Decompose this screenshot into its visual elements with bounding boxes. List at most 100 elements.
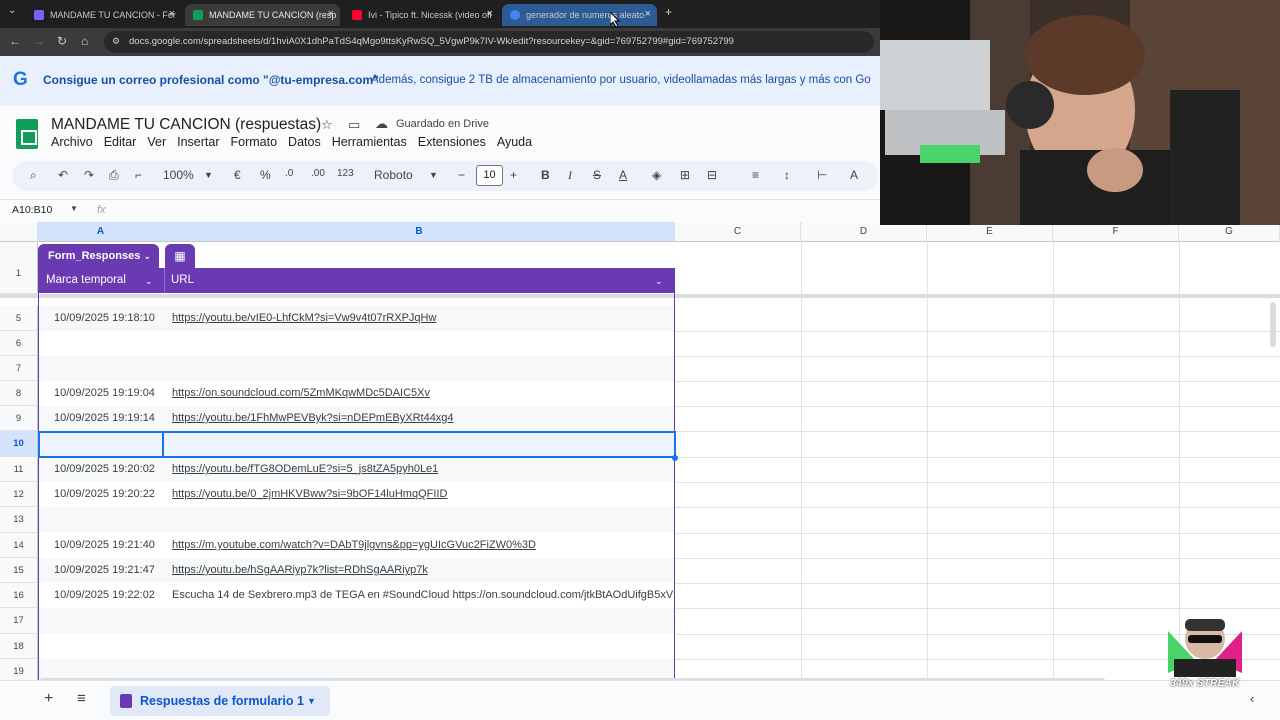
cell-timestamp[interactable]: 10/09/2025 19:20:02	[54, 463, 155, 475]
header-marca-temporal[interactable]: Marca temporal	[46, 274, 126, 286]
all-sheets-icon[interactable]: ≡	[77, 690, 86, 707]
browser-tab-1[interactable]: MANDAME TU CANCION - For ×	[26, 4, 181, 26]
text-rotation-icon[interactable]: A	[850, 168, 858, 182]
chevron-down-icon[interactable]: ▼	[70, 204, 78, 213]
cell-url-link[interactable]: https://youtu.be/1FhMwPEVByk?si=nDEPmEBy…	[172, 412, 454, 424]
table-row[interactable]	[39, 634, 674, 659]
merge-cells-icon[interactable]: ⊟	[707, 168, 717, 182]
home-icon[interactable]: ⌂	[81, 34, 88, 48]
print-icon[interactable]: ⎙	[109, 168, 119, 183]
menu-archivo[interactable]: Archivo	[51, 135, 93, 149]
cell-timestamp[interactable]: 10/09/2025 19:22:02	[54, 589, 155, 601]
table-row[interactable]: 10/09/2025 19:21:47 https://youtu.be/hSg…	[39, 558, 674, 583]
redo-icon[interactable]: ↷	[84, 168, 94, 182]
menu-extensiones[interactable]: Extensiones	[418, 135, 486, 149]
table-row[interactable]	[39, 331, 674, 356]
row-header-17[interactable]: 17	[0, 608, 38, 634]
currency-format-button[interactable]: €	[234, 168, 241, 182]
banner-headline[interactable]: Consigue un correo profesional como "@tu…	[43, 73, 379, 87]
menu-herramientas[interactable]: Herramientas	[332, 135, 407, 149]
collapse-sidebar-icon[interactable]: ‹	[1250, 691, 1254, 706]
search-icon[interactable]: ⌕	[30, 168, 37, 183]
menu-datos[interactable]: Datos	[288, 135, 321, 149]
zoom-select[interactable]: 100%	[163, 168, 194, 182]
row-header-19[interactable]: 19	[0, 659, 38, 680]
sheet-tab-respuestas[interactable]: Respuestas de formulario 1 ▼	[110, 686, 330, 716]
undo-icon[interactable]: ↶	[58, 168, 68, 182]
document-title[interactable]: MANDAME TU CANCION (respuestas)	[51, 116, 321, 134]
row-header-14[interactable]: 14	[0, 533, 38, 558]
menu-editar[interactable]: Editar	[104, 135, 137, 149]
decrease-decimals-button[interactable]: .0	[285, 168, 293, 179]
cell-url-link[interactable]: https://youtu.be/0_2jmHKVBww?si=9bOF14lu…	[172, 488, 447, 500]
close-icon[interactable]: ×	[328, 8, 334, 20]
table-row[interactable]: 10/09/2025 19:20:22 https://youtu.be/0_2…	[39, 482, 674, 507]
paint-format-icon[interactable]: ⌐	[135, 168, 142, 182]
row-header-12[interactable]: 12	[0, 482, 38, 507]
row-header-6[interactable]: 6	[0, 331, 38, 356]
menu-insertar[interactable]: Insertar	[177, 135, 219, 149]
row-header-18[interactable]: 18	[0, 634, 38, 659]
row-header-8[interactable]: 8	[0, 381, 38, 406]
row-header-9[interactable]: 9	[0, 406, 38, 431]
browser-tab-4[interactable]: generador de numeros aleato ×	[502, 4, 657, 26]
fill-handle[interactable]	[672, 455, 678, 461]
cell-timestamp[interactable]: 10/09/2025 19:20:22	[54, 488, 155, 500]
cell-timestamp[interactable]: 10/09/2025 19:21:40	[54, 539, 155, 551]
forward-icon[interactable]: →	[33, 34, 45, 48]
table-row[interactable]	[39, 507, 674, 532]
strikethrough-button[interactable]: S	[593, 168, 601, 182]
row-header-15[interactable]: 15	[0, 558, 38, 583]
fill-color-icon[interactable]: ◈	[652, 168, 661, 182]
table-view-icon[interactable]: ▦	[165, 244, 195, 268]
tab-search-icon[interactable]: ⌄	[8, 5, 16, 16]
table-row[interactable]: 10/09/2025 19:21:40 https://m.youtube.co…	[39, 533, 674, 558]
chevron-down-icon[interactable]: ⌄	[145, 276, 153, 287]
number-format-button[interactable]: 123	[337, 168, 354, 179]
vertical-scrollbar[interactable]	[1270, 302, 1276, 347]
chevron-down-icon[interactable]: ⌄	[655, 276, 663, 287]
row-header-11[interactable]: 11	[0, 457, 38, 482]
chevron-down-icon[interactable]: ▼	[429, 170, 438, 180]
table-row[interactable]	[39, 356, 674, 381]
cell-url-link[interactable]: https://youtu.be/fTG8ODemLuE?si=5_js8tZA…	[172, 463, 438, 475]
cell-text[interactable]: Escucha 14 de Sexbrero.mp3 de TEGA en #S…	[172, 589, 673, 601]
sheets-logo-icon[interactable]	[16, 119, 38, 149]
vertical-align-icon[interactable]: ↕	[784, 168, 790, 182]
row-header-13[interactable]: 13	[0, 507, 38, 533]
close-icon[interactable]: ×	[169, 8, 175, 20]
table-row[interactable]: 10/09/2025 19:20:02 https://youtu.be/fTG…	[39, 457, 674, 482]
table-row[interactable]: 10/09/2025 19:18:10 https://youtu.be/vIE…	[39, 306, 674, 331]
font-select[interactable]: Roboto	[374, 168, 413, 182]
chevron-down-icon[interactable]: ▼	[307, 686, 316, 716]
menu-formato[interactable]: Formato	[231, 135, 278, 149]
cell-timestamp[interactable]: 10/09/2025 19:19:04	[54, 387, 155, 399]
address-bar[interactable]: docs.google.com/spreadsheets/d/1hviA0X1d…	[104, 31, 874, 53]
menu-ayuda[interactable]: Ayuda	[497, 135, 532, 149]
column-header-g[interactable]: G	[1179, 222, 1280, 242]
table-row[interactable]: 10/09/2025 19:19:14 https://youtu.be/1Fh…	[39, 406, 674, 431]
cell-timestamp[interactable]: 10/09/2025 19:18:10	[54, 312, 155, 324]
table-name-button[interactable]: Form_Responses ⌄	[38, 244, 159, 268]
increase-font-icon[interactable]: +	[510, 168, 517, 182]
chevron-down-icon[interactable]: ▼	[204, 170, 213, 180]
table-row[interactable]	[39, 608, 674, 633]
column-header-e[interactable]: E	[927, 222, 1053, 242]
decrease-font-icon[interactable]: −	[458, 168, 465, 182]
increase-decimals-button[interactable]: .00	[311, 168, 325, 179]
table-row[interactable]: 10/09/2025 19:22:02 Escucha 14 de Sexbre…	[39, 583, 674, 608]
cell-timestamp[interactable]: 10/09/2025 19:19:14	[54, 412, 155, 424]
text-color-button[interactable]: A	[619, 168, 627, 182]
select-all-corner[interactable]	[0, 222, 38, 242]
column-header-c[interactable]: C	[675, 222, 801, 242]
text-wrap-icon[interactable]: ⊢	[817, 168, 827, 182]
column-header-b[interactable]: B	[164, 222, 675, 242]
row-header-1[interactable]: 1	[0, 242, 38, 294]
italic-button[interactable]: I	[568, 168, 572, 183]
row-header-10[interactable]: 10	[0, 431, 38, 457]
move-folder-icon[interactable]: ▭	[348, 117, 360, 133]
cell-url-link[interactable]: https://on.soundcloud.com/5ZmMKqwMDc5DAI…	[172, 387, 430, 399]
table-row[interactable]: 10/09/2025 19:19:04 https://on.soundclou…	[39, 381, 674, 406]
close-icon[interactable]: ×	[487, 8, 493, 20]
percent-format-button[interactable]: %	[260, 168, 271, 182]
